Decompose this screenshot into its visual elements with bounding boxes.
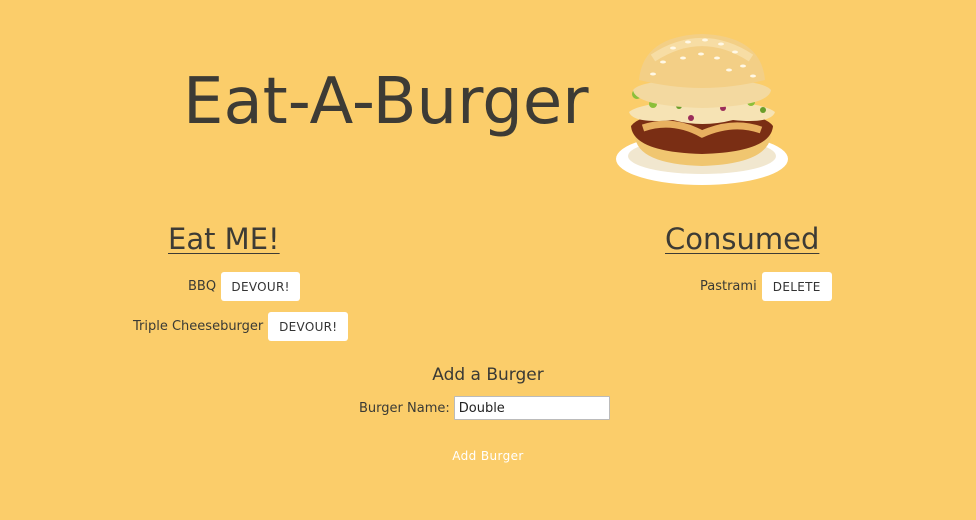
burger-name: BBQ <box>188 279 217 294</box>
list-item: Pastrami DELETE <box>700 272 832 301</box>
delete-button[interactable]: DELETE <box>761 272 832 301</box>
burger-name: Triple Cheeseburger <box>133 319 264 334</box>
list-item: Triple Cheeseburger DEVOUR! <box>133 312 349 341</box>
page-title: Eat-A-Burger <box>183 65 589 139</box>
burger-icon <box>616 34 788 185</box>
consumed-heading: Consumed <box>665 222 820 256</box>
eat-me-heading: Eat ME! <box>168 222 280 256</box>
devour-button[interactable]: DEVOUR! <box>268 312 349 341</box>
burger-name: Pastrami <box>700 279 757 294</box>
add-burger-button[interactable]: Add Burger <box>0 446 976 466</box>
add-burger-title: Add a Burger <box>432 365 544 385</box>
devour-button[interactable]: DEVOUR! <box>221 272 301 301</box>
list-item: BBQ DEVOUR! <box>188 272 301 301</box>
burger-name-input[interactable] <box>453 396 610 420</box>
page-header: Eat-A-Burger <box>0 0 976 200</box>
add-burger-form: Burger Name: <box>359 396 610 420</box>
burger-name-label: Burger Name: <box>359 400 450 416</box>
